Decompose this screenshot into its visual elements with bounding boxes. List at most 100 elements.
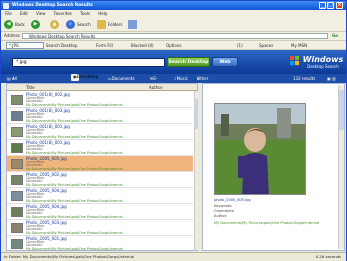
go-button[interactable]: Go	[332, 32, 338, 40]
preview-author: Author:	[214, 214, 228, 218]
status-time: 0.26 seconds	[315, 254, 341, 259]
menu-favorites[interactable]: Favorites	[54, 11, 72, 16]
preview-comments: Comments:	[214, 209, 235, 213]
column-header: Title Author	[7, 84, 197, 91]
result-path[interactable]: My Documents\My Pictures\pab\One Photos\…	[26, 135, 123, 140]
result-thumbnail	[11, 239, 23, 249]
deskbar-blocked[interactable]: Blocked (0)	[131, 41, 154, 50]
preview-keywords: Keywords:	[214, 204, 233, 208]
deskbar-search-input[interactable]: *.JPG	[6, 42, 44, 49]
child-photo-image	[215, 104, 305, 194]
preview-caption[interactable]: photo_2005_005.jpg	[214, 198, 251, 202]
music-label: Music	[176, 76, 188, 81]
title-bar: Windows Desktop Search Results _ ▢ ×	[1, 1, 346, 10]
result-thumbnail	[11, 143, 23, 153]
result-path[interactable]: My Documents\My Pictures\pab\One Photos\…	[26, 151, 123, 156]
result-thumbnail	[11, 223, 23, 233]
search-icon[interactable]: ⌕	[66, 20, 75, 29]
deskbar-search-desktop[interactable]: Search Desktop	[46, 41, 78, 50]
result-row[interactable]: Photo_2005_005.jpg Comments: Keywords: My D…	[7, 156, 193, 172]
view-toggle-icon[interactable]: ▣ ▥	[327, 74, 336, 83]
up-folder-icon[interactable]: ▲	[50, 20, 59, 29]
back-label[interactable]: Back	[15, 21, 25, 28]
address-bar: Address Windows Desktop Search Results G…	[1, 32, 346, 40]
preview-path[interactable]: My Documents\My Pictures\pab\One Photos\…	[214, 221, 334, 225]
everything-label: Everything	[76, 74, 99, 79]
minimize-button[interactable]: _	[319, 2, 326, 9]
web-search-button[interactable]: Web	[212, 57, 238, 67]
result-row[interactable]: Photo_2005_002.jpg Comments: Keywords: My D…	[7, 172, 193, 188]
search-label[interactable]: Search	[77, 21, 91, 28]
maximize-button[interactable]: ▢	[327, 2, 334, 9]
status-bar: In Folder: My Documents\My Pictures\pab\…	[1, 252, 346, 261]
result-row[interactable]: Photo_2005_003.jpg Comments: Keywords: My D…	[7, 220, 193, 236]
result-thumbnail	[11, 175, 23, 185]
result-row[interactable]: Photo_2005_004.jpg Comments: Keywords: My D…	[7, 188, 193, 204]
filter-bar: ▤ All locations ▾ ◉ Everything ▭ Documen…	[1, 74, 346, 90]
folders-label[interactable]: Folders	[108, 21, 122, 28]
result-row[interactable]: Photo_001(8)_003.jpg Comments: Keywords: My…	[7, 108, 193, 124]
back-arrow-icon[interactable]: ◀	[4, 20, 13, 29]
results-list: Title Author Photo_001(8)_002.jpg Comment…	[6, 83, 198, 252]
result-path[interactable]: My Documents\My Pictures\pab\One Photos\…	[26, 119, 123, 124]
locations-dropdown[interactable]: ▤ All locations ▾	[7, 74, 30, 90]
status-folder: In Folder: My Documents\My Pictures\pab\…	[4, 254, 135, 259]
forward-arrow-icon[interactable]: ▶	[31, 20, 40, 29]
column-author[interactable]: Author	[149, 84, 162, 91]
folders-icon[interactable]	[97, 20, 106, 29]
deskbar-spaces[interactable]: Spaces	[259, 41, 273, 50]
result-path[interactable]: My Documents\My Pictures\pab\One Photos\…	[26, 247, 123, 252]
column-title[interactable]: Title	[26, 84, 35, 91]
search-header: *.jpg Search Desktop Web Windows Desktop…	[1, 50, 346, 74]
result-thumbnail	[11, 159, 23, 169]
preview-scrollbar[interactable]	[338, 85, 344, 249]
standard-toolbar: ◀ Back ▶ ▲ ⌕ Search Folders	[1, 17, 346, 32]
filter-everything[interactable]: ◉ Everything	[71, 74, 98, 81]
result-path[interactable]: My Documents\My Pictures\pab\One Photos\…	[26, 167, 123, 172]
deskbar-count[interactable]: (1)	[237, 41, 243, 50]
query-text: *.jpg	[16, 60, 27, 65]
result-row[interactable]: Photo_001(8)_001.jpg Comments: Keywords: My…	[7, 140, 193, 156]
filter-music[interactable]: ♪ Music	[174, 74, 188, 83]
app-icon	[3, 2, 9, 9]
deskbar-query: *.JPG	[9, 43, 19, 48]
result-path[interactable]: My Documents\My Pictures\pab\One Photos\…	[26, 231, 123, 236]
close-button[interactable]: ×	[336, 2, 343, 9]
search-desktop-button[interactable]: Search Desktop	[167, 57, 210, 67]
address-field[interactable]: Windows Desktop Search Results	[22, 33, 328, 39]
menu-file[interactable]: File	[5, 11, 12, 16]
deskbar-my-msn[interactable]: My MSN	[291, 41, 307, 50]
result-path[interactable]: My Documents\My Pictures\pab\One Photos\…	[26, 103, 123, 108]
preview-scroll-thumb[interactable]	[339, 90, 344, 130]
result-row[interactable]: Photo_001(8)_001.jpg Comments: Keywords: My…	[7, 124, 193, 140]
results-scrollbar[interactable]	[194, 91, 198, 250]
menu-view[interactable]: View	[36, 11, 46, 16]
filter-other[interactable]: Other ▾	[197, 74, 208, 83]
result-row[interactable]: Photo_001(8)_002.jpg Comments: Keywords: My…	[7, 92, 193, 108]
deskbar-options[interactable]: Options	[166, 41, 181, 50]
filter-email[interactable]: ✉ E-mail	[150, 74, 162, 90]
menu-edit[interactable]: Edit	[20, 11, 28, 16]
result-path[interactable]: My Documents\My Pictures\pab\One Photos\…	[26, 183, 123, 188]
brand-desktop-search: Desktop Search	[307, 64, 339, 69]
views-icon[interactable]	[128, 20, 137, 29]
address-label: Address	[4, 33, 20, 38]
result-thumbnail	[11, 111, 23, 121]
brand-windows: Windows	[302, 55, 344, 64]
deskbar-form-fill[interactable]: Form Fill	[96, 41, 113, 50]
result-row[interactable]: Photo_2005_001.jpg Comments: Keywords: My D…	[7, 236, 193, 252]
result-row[interactable]: Photo_2005_004.jpg Comments: Keywords: My D…	[7, 204, 193, 220]
preview-pane: photo_2005_005.jpg Keywords: Comments: A…	[202, 83, 345, 251]
preview-photo	[214, 103, 306, 195]
result-path[interactable]: My Documents\My Pictures\pab\One Photos\…	[26, 199, 123, 204]
documents-label: Documents	[111, 76, 135, 81]
result-path[interactable]: My Documents\My Pictures\pab\One Photos\…	[26, 215, 123, 220]
menu-help[interactable]: Help	[98, 11, 107, 16]
window-title: Windows Desktop Search Results	[12, 3, 93, 8]
menu-bar: File Edit View Favorites Tools Help	[1, 10, 346, 17]
filter-documents[interactable]: ▭ Documents	[108, 74, 135, 83]
query-input[interactable]: *.jpg	[12, 58, 165, 67]
menu-tools[interactable]: Tools	[80, 11, 90, 16]
desktop-search-toolbar: *.JPG Search Desktop Form Fill Blocked (…	[1, 40, 346, 50]
results-scroll-thumb[interactable]	[195, 99, 198, 129]
